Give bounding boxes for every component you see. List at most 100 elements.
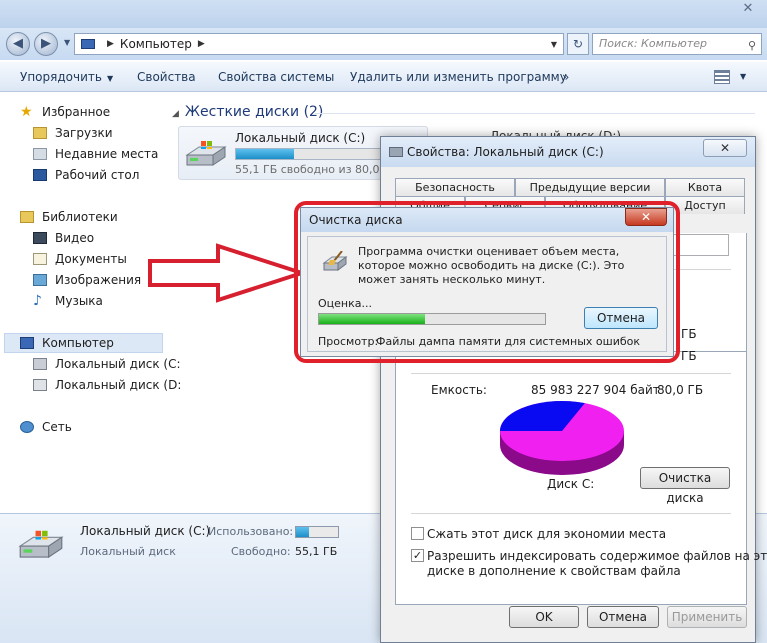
nav-label: Сеть — [42, 420, 72, 434]
search-placeholder: Поиск: Компьютер — [599, 37, 707, 50]
images-icon — [33, 274, 47, 286]
cleanup-close-button[interactable]: ✕ — [625, 208, 667, 226]
partial-gb-2: ГБ — [681, 349, 697, 363]
nav-item-images[interactable]: Изображения — [33, 273, 141, 287]
partial-gb-1: ГБ — [681, 327, 697, 341]
tab-security[interactable]: Безопасность — [395, 178, 515, 196]
nav-item-desktop[interactable]: Рабочий стол — [33, 168, 139, 182]
nav-label: Библиотеки — [42, 210, 118, 224]
history-dropdown-icon[interactable]: ▼ — [64, 38, 70, 47]
drive-icon — [33, 358, 47, 370]
details-drive-name: Локальный диск (C:) — [80, 524, 211, 538]
documents-icon — [33, 253, 47, 265]
drive-c-icon — [185, 141, 227, 166]
window-close-icon[interactable]: ✕ — [737, 0, 759, 18]
compress-label: Сжать этот диск для экономии места — [427, 527, 667, 541]
nav-label: Локальный диск (C: — [55, 357, 181, 371]
estimate-label: Оценка... — [318, 297, 372, 310]
capacity-gb: 80,0 ГБ — [657, 383, 704, 397]
chevron-down-icon[interactable]: ▼ — [740, 72, 746, 81]
properties-title-bar: Свойства: Локальный диск (C:) ✕ — [381, 137, 755, 167]
nav-item-video[interactable]: Видео — [33, 231, 94, 245]
breadcrumb-computer[interactable]: Компьютер — [120, 37, 192, 51]
capacity-bytes: 85 983 227 904 байт — [531, 383, 660, 397]
nav-label: Недавние места — [55, 147, 159, 161]
address-dropdown-icon[interactable]: ▼ — [551, 40, 557, 49]
nav-item-computer[interactable]: Компьютер — [20, 336, 114, 350]
desktop-icon — [33, 169, 47, 181]
ok-button[interactable]: OK — [509, 606, 579, 628]
navigation-pane: ★ Избранное Загрузки Недавние места Рабоч… — [0, 93, 181, 513]
nav-item-downloads[interactable]: Загрузки — [33, 126, 113, 140]
disk-cleanup-icon — [322, 251, 348, 271]
nav-label: Избранное — [42, 105, 111, 119]
disk-cleanup-dialog: Очистка диска ✕ Программа очистки оценив… — [300, 207, 674, 357]
nav-item-drive-c[interactable]: Локальный диск (C: — [33, 357, 181, 371]
search-icon[interactable]: ⚲ — [748, 36, 756, 56]
command-bar: Упорядочить ▼ Свойства Свойства системы У… — [0, 62, 767, 92]
properties-button[interactable]: Свойства — [137, 70, 196, 84]
cleanup-progress-fill — [319, 314, 426, 324]
index-label-line2: диске в дополнение к свойствам файла — [427, 564, 681, 578]
details-usage-bar — [295, 526, 339, 538]
cleanup-title: Очистка диска — [309, 213, 403, 227]
breadcrumb-arrow-icon[interactable]: ▶ — [198, 39, 205, 49]
properties-close-button[interactable]: ✕ — [703, 139, 747, 157]
nav-label: Локальный диск (D: — [55, 378, 182, 392]
view-options-icon[interactable] — [714, 70, 730, 84]
forward-button[interactable]: ▶ — [34, 32, 58, 56]
nav-item-music[interactable]: ♪ Музыка — [33, 294, 103, 308]
nav-item-drive-d[interactable]: Локальный диск (D: — [33, 378, 181, 392]
disk-cleanup-button[interactable]: Очистка диска — [640, 467, 730, 505]
breadcrumb-arrow-icon[interactable]: ▶ — [107, 39, 114, 49]
apply-button[interactable]: Применить — [667, 606, 747, 628]
nav-item-documents[interactable]: Документы — [33, 252, 127, 266]
nav-label: Рабочий стол — [55, 168, 140, 182]
nav-label: Видео — [55, 231, 95, 245]
address-bar[interactable]: ▶ Компьютер ▶ ▼ — [74, 33, 564, 55]
details-free-value: 55,1 ГБ — [295, 545, 338, 558]
disk-label: Диск C: — [547, 477, 595, 491]
downloads-folder-icon — [33, 127, 47, 139]
section-divider — [315, 113, 755, 114]
system-properties-button[interactable]: Свойства системы — [218, 70, 334, 84]
nav-label: Документы — [55, 252, 127, 266]
scan-label: Просмотр: — [318, 335, 379, 348]
drive-icon — [389, 147, 403, 157]
music-icon: ♪ — [33, 293, 42, 309]
capacity-label: Емкость: — [431, 383, 487, 397]
tab-quota[interactable]: Квота — [665, 178, 745, 196]
refresh-button[interactable]: ↻ — [567, 33, 589, 55]
index-checkbox[interactable]: ✓ — [411, 549, 424, 562]
uninstall-program-button[interactable]: Удалить или изменить программу — [350, 70, 567, 84]
more-commands-button[interactable]: » — [562, 70, 569, 84]
search-input[interactable]: Поиск: Компьютер ⚲ — [592, 33, 762, 55]
drive-c-free-text: 55,1 ГБ свободно из 80,0 ГБ — [235, 163, 398, 176]
section-header-hard-disks[interactable]: ◢ Жесткие диски (2) — [172, 104, 323, 120]
properties-title: Свойства: Локальный диск (C:) — [407, 145, 604, 159]
back-button[interactable]: ◀ — [6, 32, 30, 56]
compress-checkbox[interactable] — [411, 527, 424, 540]
cancel-button[interactable]: Отмена — [587, 606, 659, 628]
cleanup-cancel-button[interactable]: Отмена — [584, 307, 658, 329]
tabs-row-top: Безопасность Предыдущие версии Квота — [395, 178, 745, 196]
nav-item-recent[interactable]: Недавние места — [33, 147, 158, 161]
drive-c-usage-fill — [236, 149, 294, 159]
title-bar: ✕ — [0, 0, 767, 28]
tab-previous-versions[interactable]: Предыдущие версии — [515, 178, 665, 196]
video-icon — [33, 232, 47, 244]
details-usage-fill — [296, 527, 310, 537]
cleanup-title-bar: Очистка диска ✕ — [301, 208, 673, 232]
nav-item-libraries[interactable]: Библиотеки — [20, 210, 118, 224]
network-icon — [20, 421, 34, 433]
libraries-icon — [20, 211, 34, 223]
collapse-triangle-icon[interactable]: ◢ — [172, 109, 179, 119]
details-free-label: Свободно: — [231, 545, 291, 558]
organize-button[interactable]: Упорядочить ▼ — [20, 70, 113, 84]
cleanup-message: Программа очистки оценивает объем места,… — [358, 245, 625, 286]
separator — [411, 373, 731, 374]
nav-item-network[interactable]: Сеть — [20, 420, 72, 434]
computer-icon — [20, 337, 34, 349]
nav-item-favorites[interactable]: ★ Избранное — [20, 105, 110, 119]
drive-c-name: Локальный диск (C:) — [235, 131, 366, 145]
